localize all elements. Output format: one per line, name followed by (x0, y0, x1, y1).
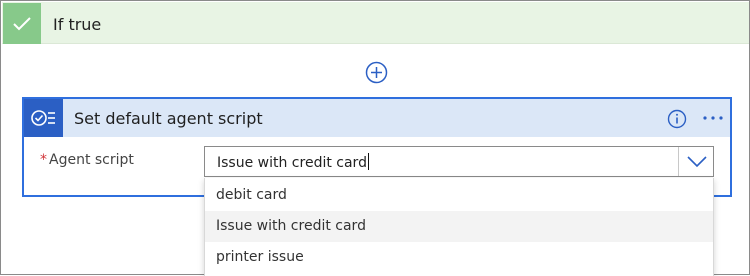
action-card-title: Set default agent script (74, 109, 263, 128)
select-divider (678, 147, 679, 176)
info-button[interactable] (666, 108, 688, 130)
text-cursor (367, 153, 369, 170)
script-checklist-icon (24, 99, 63, 137)
dropdown-option[interactable]: debit card (205, 180, 713, 211)
chevron-down-icon (687, 155, 707, 167)
flow-canvas: If true Set default agent script * Agent… (0, 0, 750, 276)
dropdown-option[interactable]: printer issue (205, 242, 713, 273)
action-card-header[interactable]: Set default agent script (24, 99, 730, 137)
add-step-button[interactable] (365, 61, 388, 84)
dropdown-toggle[interactable] (681, 147, 713, 176)
more-options-button[interactable] (701, 107, 725, 129)
dropdown-option-highlighted[interactable]: Issue with credit card (205, 211, 713, 242)
if-true-branch-header[interactable]: If true (2, 2, 749, 44)
agent-script-label-text: Agent script (49, 152, 134, 168)
plus-circle-icon (365, 61, 388, 84)
agent-script-label: * Agent script (40, 151, 134, 169)
agent-script-select[interactable]: Issue with credit card (204, 146, 714, 177)
required-marker: * (40, 152, 47, 168)
check-icon (3, 3, 41, 44)
agent-script-dropdown-list: debit card Issue with credit card printe… (204, 178, 714, 276)
branch-label: If true (53, 15, 102, 34)
info-icon (667, 109, 687, 129)
more-options-icon (703, 116, 723, 120)
select-value-text: Issue with credit card (217, 155, 367, 171)
agent-script-select-value[interactable]: Issue with credit card (217, 153, 369, 172)
